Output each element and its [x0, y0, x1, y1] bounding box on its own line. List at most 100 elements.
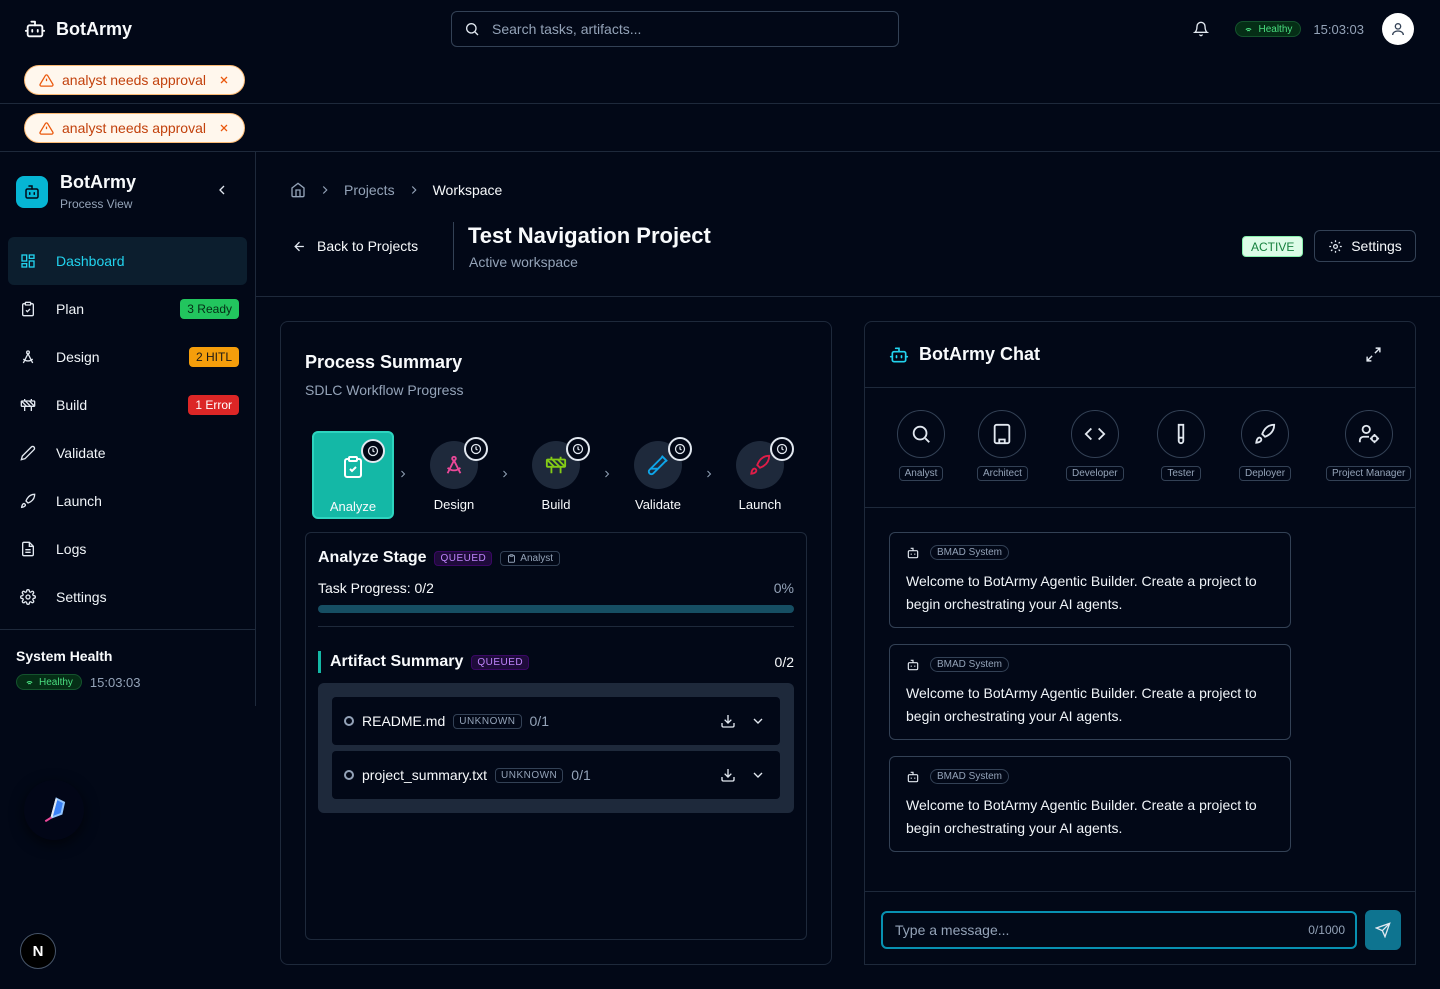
download-icon[interactable]: [720, 713, 736, 729]
search-placeholder: Search tasks, artifacts...: [492, 21, 642, 37]
sidebar-item-build[interactable]: Build 1 Error: [8, 381, 247, 429]
agent-architect[interactable]: Architect: [977, 410, 1028, 481]
health-badge: Healthy: [16, 674, 82, 690]
user-cog-icon: [1358, 423, 1380, 445]
artifact-count: 0/1: [529, 713, 549, 729]
agent-developer[interactable]: Developer: [1066, 410, 1124, 481]
floating-action-button[interactable]: [24, 780, 84, 840]
sidebar-item-launch[interactable]: Launch: [8, 477, 247, 525]
process-summary-subtitle: SDLC Workflow Progress: [305, 382, 464, 398]
pen-icon: [20, 445, 36, 461]
stage-label: Build: [541, 497, 571, 512]
agent-deployer[interactable]: Deployer: [1239, 410, 1292, 481]
stage-launch[interactable]: Launch: [719, 431, 801, 519]
bell-icon[interactable]: [1193, 21, 1210, 37]
warning-icon: [39, 121, 54, 136]
bot-icon: [24, 18, 46, 40]
clock-icon: [566, 437, 590, 461]
artifact-row[interactable]: README.md UNKNOWN 0/1: [332, 697, 780, 745]
message-text: Welcome to BotArmy Agentic Builder. Crea…: [906, 797, 1257, 836]
artifact-status-badge: QUEUED: [471, 654, 530, 670]
task-progress-label: Task Progress: 0/2: [318, 580, 434, 596]
task-progress-percent: 0%: [773, 580, 794, 596]
chevron-down-icon[interactable]: [750, 767, 766, 783]
breadcrumb-projects[interactable]: Projects: [344, 182, 395, 198]
clipboard-check-icon: [341, 455, 365, 479]
sidebar-title: BotArmy: [60, 172, 137, 192]
kite-icon: [39, 795, 69, 825]
settings-label: Settings: [1351, 238, 1402, 254]
approval-toast[interactable]: analyst needs approval: [24, 113, 245, 143]
user-icon: [1390, 21, 1406, 37]
close-icon[interactable]: [218, 122, 230, 134]
chat-message: BMAD System Welcome to BotArmy Agentic B…: [889, 532, 1291, 628]
next-badge-button[interactable]: N: [20, 933, 56, 969]
clock-icon: [668, 437, 692, 461]
stage-label: Launch: [738, 497, 782, 512]
ready-badge: 3 Ready: [180, 299, 239, 319]
divider: [865, 507, 1415, 508]
rocket-icon: [20, 493, 36, 509]
maximize-icon[interactable]: [1365, 346, 1382, 363]
agent-badge: Analyst: [500, 550, 561, 566]
system-health-title: System Health: [16, 648, 113, 664]
sidebar-item-label: Build: [56, 397, 88, 413]
task-progress-bar: [318, 605, 794, 613]
code-icon: [1084, 423, 1106, 445]
breadcrumb-workspace: Workspace: [432, 182, 503, 198]
back-to-projects-button[interactable]: Back to Projects: [292, 238, 418, 254]
chevron-left-icon[interactable]: [214, 182, 230, 198]
process-summary-card: Process Summary SDLC Workflow Progress A…: [280, 321, 832, 965]
sidebar-item-label: Launch: [56, 493, 102, 509]
home-icon[interactable]: [290, 182, 306, 198]
stage-analyze[interactable]: Analyze: [312, 431, 394, 519]
sidebar-item-design[interactable]: Design 2 HITL: [8, 333, 247, 381]
toast-text: analyst needs approval: [62, 120, 206, 136]
artifact-count: 0/2: [774, 654, 794, 670]
chevron-right-icon: [499, 468, 511, 480]
sidebar-item-label: Settings: [56, 589, 107, 605]
settings-button[interactable]: Settings: [1314, 230, 1416, 262]
sidebar-item-validate[interactable]: Validate: [8, 429, 247, 477]
message-placeholder: Type a message...: [895, 922, 1010, 938]
search-icon: [464, 21, 480, 37]
message-input[interactable]: Type a message... 0/1000: [881, 911, 1357, 949]
artifact-row[interactable]: project_summary.txt UNKNOWN 0/1: [332, 751, 780, 799]
chevron-right-icon: [397, 468, 409, 480]
sidebar-item-settings[interactable]: Settings: [8, 573, 247, 621]
file-icon: [20, 541, 36, 557]
stage-details-panel: Analyze Stage QUEUED Analyst Task Progre…: [305, 532, 807, 940]
artifact-status: UNKNOWN: [453, 713, 522, 729]
agent-tester[interactable]: Tester: [1157, 410, 1205, 481]
sidebar-item-plan[interactable]: Plan 3 Ready: [8, 285, 247, 333]
stage-design[interactable]: Design: [413, 431, 495, 519]
download-icon[interactable]: [720, 767, 736, 783]
send-button[interactable]: [1365, 910, 1401, 950]
divider: [318, 626, 794, 627]
health-label: Healthy: [39, 676, 73, 688]
close-icon[interactable]: [218, 74, 230, 86]
user-avatar[interactable]: [1382, 13, 1414, 45]
chat-message: BMAD System Welcome to BotArmy Agentic B…: [889, 756, 1291, 852]
chevron-down-icon[interactable]: [750, 713, 766, 729]
agent-label: Project Manager: [1326, 466, 1412, 481]
agent-project-manager[interactable]: Project Manager: [1326, 410, 1412, 481]
artifact-status: UNKNOWN: [495, 767, 564, 783]
stage-status-badge: QUEUED: [434, 550, 493, 566]
brand-name: BotArmy: [56, 18, 133, 39]
clock-icon: [464, 437, 488, 461]
top-bar: BotArmy Search tasks, artifacts... Healt…: [0, 0, 1440, 104]
status-dot-icon: [344, 770, 354, 780]
search-input[interactable]: Search tasks, artifacts...: [451, 11, 899, 47]
system-health-panel: System Health Healthy 15:03:03: [0, 629, 256, 708]
stage-build[interactable]: Build: [515, 431, 597, 519]
health-badge: Healthy: [1235, 21, 1302, 37]
sidebar-item-dashboard[interactable]: Dashboard: [8, 237, 247, 285]
bot-icon: [906, 546, 920, 560]
search-icon: [910, 423, 932, 445]
sidebar-item-logs[interactable]: Logs: [8, 525, 247, 573]
agent-analyst[interactable]: Analyst: [897, 410, 945, 481]
stage-validate[interactable]: Validate: [617, 431, 699, 519]
brand[interactable]: BotArmy: [24, 18, 132, 40]
approval-toast[interactable]: analyst needs approval: [24, 65, 245, 95]
